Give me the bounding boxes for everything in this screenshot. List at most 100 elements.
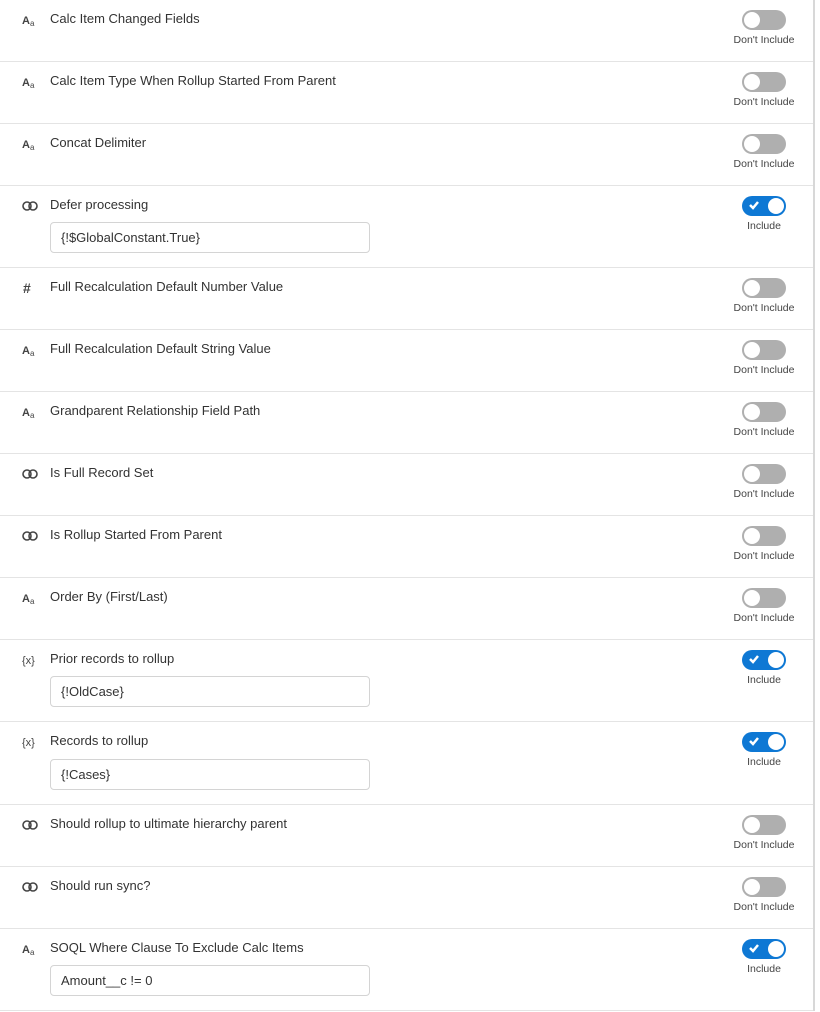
field-row-left: {x} Records to rollup: [22, 732, 733, 789]
field-content: Order By (First/Last): [50, 588, 733, 606]
field-content: Defer processing: [50, 196, 733, 253]
include-toggle[interactable]: [742, 939, 786, 959]
field-label: Records to rollup: [50, 732, 733, 750]
svg-text:a: a: [30, 349, 35, 358]
field-label: Full Recalculation Default String Value: [50, 340, 733, 358]
field-value-input[interactable]: [50, 759, 370, 790]
toggle-status-label: Don't Include: [734, 96, 795, 108]
field-content: Prior records to rollup: [50, 650, 733, 707]
field-content: Records to rollup: [50, 732, 733, 789]
field-row-left: Aa Concat Delimiter: [22, 134, 733, 152]
include-toggle[interactable]: [742, 278, 786, 298]
text-icon: Aa: [22, 12, 38, 28]
field-label: Should rollup to ultimate hierarchy pare…: [50, 815, 733, 833]
include-toggle[interactable]: [742, 732, 786, 752]
toggle-status-label: Don't Include: [734, 158, 795, 170]
svg-text:A: A: [22, 593, 30, 605]
include-control: Don't Include: [733, 526, 795, 562]
svg-text:A: A: [22, 139, 30, 151]
include-control: Don't Include: [733, 278, 795, 314]
toggle-icon: [22, 879, 38, 895]
field-row-prior-records-to-rollup: {x} Prior records to rollupInclude: [0, 640, 813, 722]
include-toggle[interactable]: [742, 526, 786, 546]
field-row-left: {x} Prior records to rollup: [22, 650, 733, 707]
toggle-knob: [768, 734, 784, 750]
toggle-knob: [744, 466, 760, 482]
svg-text:a: a: [30, 81, 35, 90]
include-control: Include: [733, 650, 795, 686]
field-row-left: Is Rollup Started From Parent: [22, 526, 733, 544]
toggle-status-label: Don't Include: [734, 550, 795, 562]
field-row-records-to-rollup: {x} Records to rollup Include: [0, 722, 813, 804]
include-control: Don't Include: [733, 402, 795, 438]
field-label: Should run sync?: [50, 877, 733, 895]
include-control: Don't Include: [733, 340, 795, 376]
svg-text:A: A: [22, 77, 30, 89]
field-row-calc-item-type-when-rollup-started-from-parent: Aa Calc Item Type When Rollup Started Fro…: [0, 62, 813, 124]
svg-text:A: A: [22, 407, 30, 419]
include-toggle[interactable]: [742, 588, 786, 608]
include-control: Don't Include: [733, 877, 795, 913]
field-value-input[interactable]: [50, 222, 370, 253]
include-toggle[interactable]: [742, 464, 786, 484]
field-content: Calc Item Changed Fields: [50, 10, 733, 28]
field-row-full-recalculation-default-string-value: AaFull Recalculation Default String Valu…: [0, 330, 813, 392]
text-icon: Aa: [22, 941, 38, 957]
include-control: Don't Include: [733, 815, 795, 851]
field-row-left: Defer processing: [22, 196, 733, 253]
field-row-left: AaFull Recalculation Default String Valu…: [22, 340, 733, 358]
formula-icon: {x}: [22, 734, 38, 750]
include-toggle[interactable]: [742, 340, 786, 360]
formula-icon: {x}: [22, 652, 38, 668]
text-icon: Aa: [22, 404, 38, 420]
include-toggle[interactable]: [742, 877, 786, 897]
field-content: Is Rollup Started From Parent: [50, 526, 733, 544]
number-icon: #: [22, 280, 38, 296]
field-label: Concat Delimiter: [50, 134, 733, 152]
text-icon: Aa: [22, 74, 38, 90]
field-value-input[interactable]: [50, 965, 370, 996]
include-toggle[interactable]: [742, 134, 786, 154]
toggle-status-label: Don't Include: [734, 612, 795, 624]
toggle-status-label: Don't Include: [734, 364, 795, 376]
toggle-status-label: Don't Include: [734, 488, 795, 500]
include-toggle[interactable]: [742, 402, 786, 422]
field-content: Full Recalculation Default Number Value: [50, 278, 733, 296]
field-label: Full Recalculation Default Number Value: [50, 278, 733, 296]
field-value-input[interactable]: [50, 676, 370, 707]
svg-text:A: A: [22, 944, 30, 956]
field-content: SOQL Where Clause To Exclude Calc Items: [50, 939, 733, 996]
svg-text:a: a: [30, 143, 35, 152]
field-label: Order By (First/Last): [50, 588, 733, 606]
svg-text:a: a: [30, 411, 35, 420]
include-toggle[interactable]: [742, 650, 786, 670]
include-toggle[interactable]: [742, 10, 786, 30]
field-label: Calc Item Type When Rollup Started From …: [50, 72, 733, 90]
include-toggle[interactable]: [742, 72, 786, 92]
field-row-left: Is Full Record Set: [22, 464, 733, 482]
toggle-status-label: Don't Include: [734, 34, 795, 46]
svg-text:a: a: [30, 597, 35, 606]
field-row-left: Aa SOQL Where Clause To Exclude Calc Item…: [22, 939, 733, 996]
toggle-knob: [744, 817, 760, 833]
field-row-calc-item-changed-fields: Aa Calc Item Changed FieldsDon't Include: [0, 0, 813, 62]
include-toggle[interactable]: [742, 815, 786, 835]
toggle-status-label: Include: [747, 756, 781, 768]
include-control: Don't Include: [733, 72, 795, 108]
include-toggle[interactable]: [742, 196, 786, 216]
field-label: Is Full Record Set: [50, 464, 733, 482]
svg-text:A: A: [22, 15, 30, 27]
field-row-is-full-record-set: Is Full Record SetDon't Include: [0, 454, 813, 516]
field-row-concat-delimiter: Aa Concat DelimiterDon't Include: [0, 124, 813, 186]
toggle-knob: [768, 198, 784, 214]
toggle-knob: [744, 136, 760, 152]
svg-text:{x}: {x}: [22, 655, 35, 667]
toggle-icon: [22, 817, 38, 833]
field-label: Calc Item Changed Fields: [50, 10, 733, 28]
toggle-status-label: Don't Include: [734, 901, 795, 913]
include-control: Don't Include: [733, 464, 795, 500]
field-label: Defer processing: [50, 196, 733, 214]
field-content: Grandparent Relationship Field Path: [50, 402, 733, 420]
include-control: Include: [733, 939, 795, 975]
include-control: Don't Include: [733, 10, 795, 46]
